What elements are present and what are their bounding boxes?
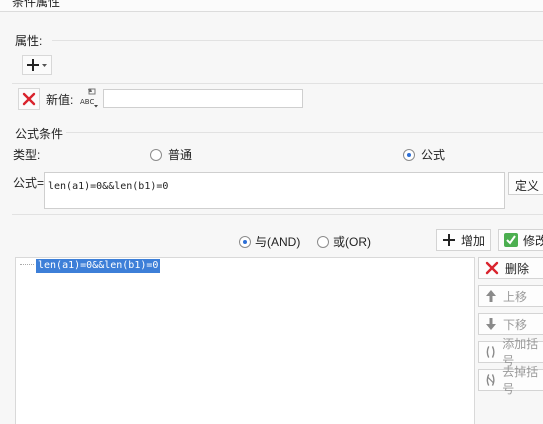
type-option-formula-label: 公式 bbox=[421, 148, 446, 162]
type-option-normal-label: 普通 bbox=[168, 148, 193, 162]
new-value-label: 新值: bbox=[46, 93, 74, 107]
modify-icon bbox=[504, 233, 518, 247]
delete-property-button[interactable] bbox=[18, 88, 40, 110]
radio-or[interactable] bbox=[317, 235, 329, 248]
radio-and[interactable] bbox=[239, 235, 251, 248]
formula-input-value: len(a1)=0&&len(b1)=0 bbox=[48, 181, 169, 192]
formula-section-divider bbox=[66, 132, 543, 133]
formula-input[interactable]: len(a1)=0&&len(b1)=0 bbox=[44, 172, 505, 209]
add-property-button[interactable] bbox=[22, 55, 52, 75]
svg-text:ABC: ABC bbox=[80, 98, 94, 106]
list-item[interactable]: len(a1)=0&&len(b1)=0 bbox=[36, 259, 161, 273]
add-condition-button[interactable]: 增加 bbox=[436, 229, 491, 251]
plus-icon bbox=[443, 234, 455, 246]
type-option-normal[interactable]: 普通 bbox=[150, 146, 192, 163]
add-parentheses-button[interactable]: 添加括号 bbox=[478, 337, 543, 368]
red-x-icon bbox=[485, 261, 499, 275]
red-x-icon bbox=[22, 92, 36, 106]
delete-condition-label: 删除 bbox=[505, 261, 530, 276]
logic-option-or[interactable]: 或(OR) bbox=[317, 233, 371, 250]
radio-normal[interactable] bbox=[150, 148, 162, 161]
parentheses-icon bbox=[486, 346, 495, 358]
formula-label: 公式= bbox=[13, 176, 45, 190]
dialog-title-bar: 条件属性 bbox=[0, 0, 543, 12]
logic-option-and-label: 与(AND) bbox=[255, 235, 301, 249]
modify-condition-label: 修改 bbox=[523, 233, 543, 248]
define-button[interactable]: 定义 bbox=[508, 172, 543, 195]
type-label: 类型: bbox=[13, 148, 41, 162]
define-button-label: 定义 bbox=[515, 179, 540, 193]
properties-divider bbox=[52, 40, 543, 41]
toolbar-divider bbox=[12, 83, 543, 84]
dialog-title: 条件属性 bbox=[12, 0, 61, 9]
arrow-up-icon bbox=[486, 290, 496, 302]
plus-icon bbox=[27, 59, 47, 71]
remove-parentheses-button[interactable]: 去掉括号 bbox=[478, 365, 543, 396]
properties-section-label: 属性: bbox=[15, 34, 43, 48]
formula-condition-section-label: 公式条件 bbox=[15, 127, 64, 141]
logic-divider bbox=[12, 214, 543, 215]
move-up-button[interactable]: 上移 bbox=[478, 285, 543, 307]
logic-option-and[interactable]: 与(AND) bbox=[239, 233, 300, 250]
abc-text-type-icon: ABC bbox=[80, 88, 98, 108]
arrow-down-icon bbox=[486, 318, 496, 330]
value-type-selector[interactable]: ABC bbox=[79, 87, 101, 109]
radio-formula[interactable] bbox=[403, 148, 415, 161]
delete-condition-button[interactable]: 删除 bbox=[478, 257, 543, 279]
move-down-label: 下移 bbox=[503, 317, 528, 332]
tree-connector bbox=[20, 264, 34, 265]
new-value-input[interactable] bbox=[103, 89, 303, 108]
remove-parentheses-label: 去掉括号 bbox=[502, 365, 539, 396]
add-condition-label: 增加 bbox=[461, 233, 486, 248]
logic-option-or-label: 或(OR) bbox=[333, 235, 371, 249]
move-down-button[interactable]: 下移 bbox=[478, 313, 543, 335]
move-up-label: 上移 bbox=[503, 289, 528, 304]
type-option-formula[interactable]: 公式 bbox=[403, 146, 445, 163]
modify-condition-button[interactable]: 修改 bbox=[498, 229, 543, 251]
remove-parentheses-icon bbox=[486, 374, 495, 386]
conditions-list[interactable]: len(a1)=0&&len(b1)=0 bbox=[15, 257, 475, 424]
